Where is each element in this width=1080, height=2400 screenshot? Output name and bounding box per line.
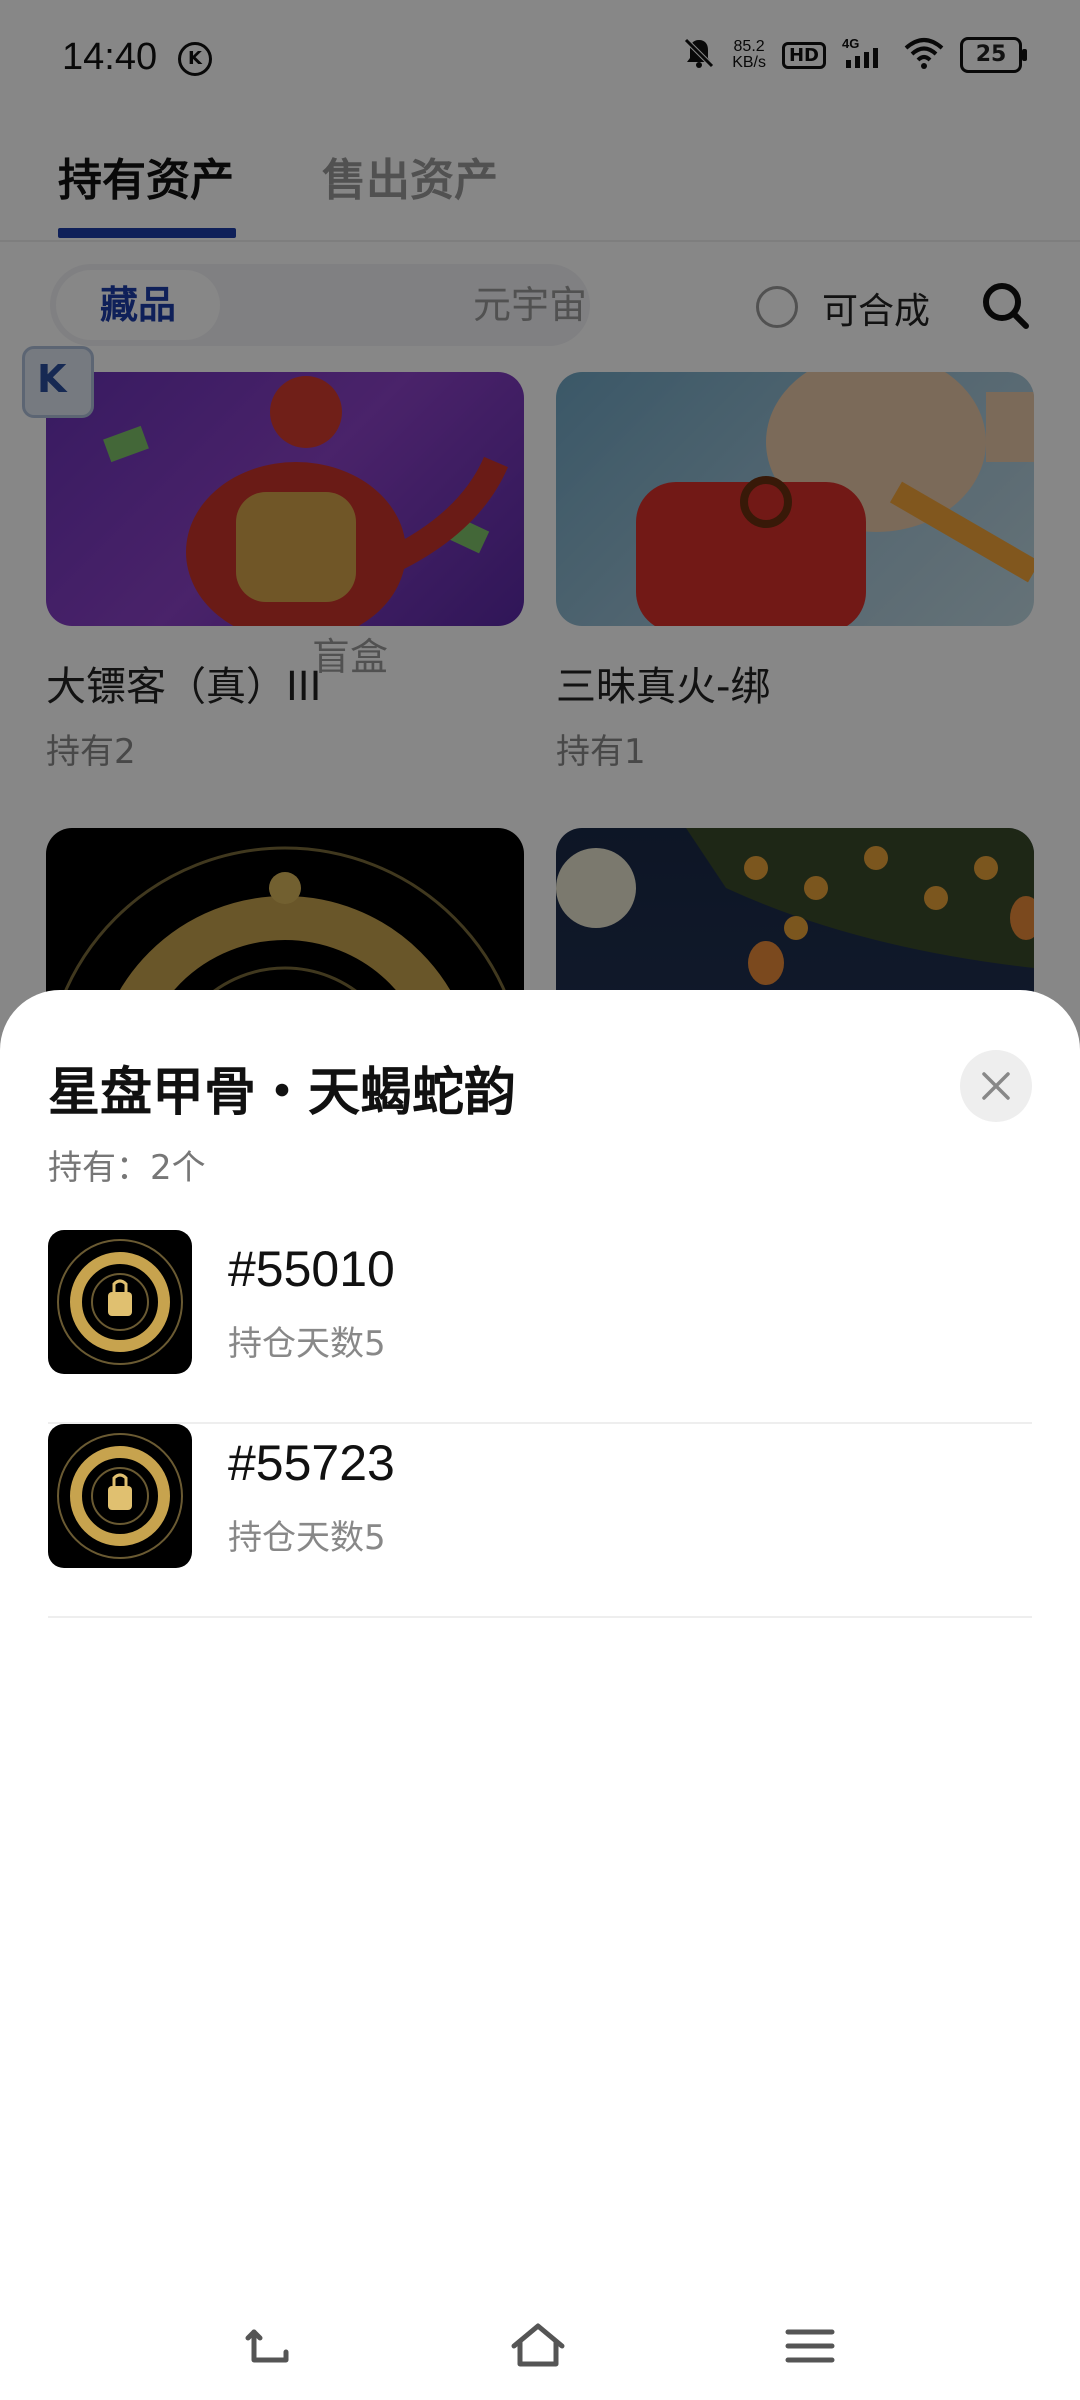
item-thumbnail: [48, 1424, 192, 1568]
holding-item[interactable]: #55723 持仓天数5: [48, 1424, 1032, 1618]
system-nav-bar: [0, 2280, 1080, 2400]
home-icon[interactable]: [508, 2316, 568, 2376]
sheet-title: 星盘甲骨・天蝎蛇韵: [48, 1063, 517, 1123]
holding-item[interactable]: #55010 持仓天数5: [48, 1230, 1032, 1424]
item-thumbnail: [48, 1230, 192, 1374]
back-icon[interactable]: [240, 2316, 300, 2376]
sheet-holding-count: 持有：2个: [48, 1148, 206, 1188]
holdings-bottom-sheet: 星盘甲骨・天蝎蛇韵 持有：2个 #55010 持仓天数5 #55723 持仓天数…: [0, 990, 1080, 2400]
item-serial: #55723: [228, 1435, 395, 1491]
close-icon[interactable]: [960, 1050, 1032, 1122]
item-holding-days: 持仓天数5: [228, 1324, 386, 1364]
menu-icon[interactable]: [780, 2316, 840, 2376]
item-holding-days: 持仓天数5: [228, 1518, 386, 1558]
item-serial: #55010: [228, 1241, 395, 1297]
